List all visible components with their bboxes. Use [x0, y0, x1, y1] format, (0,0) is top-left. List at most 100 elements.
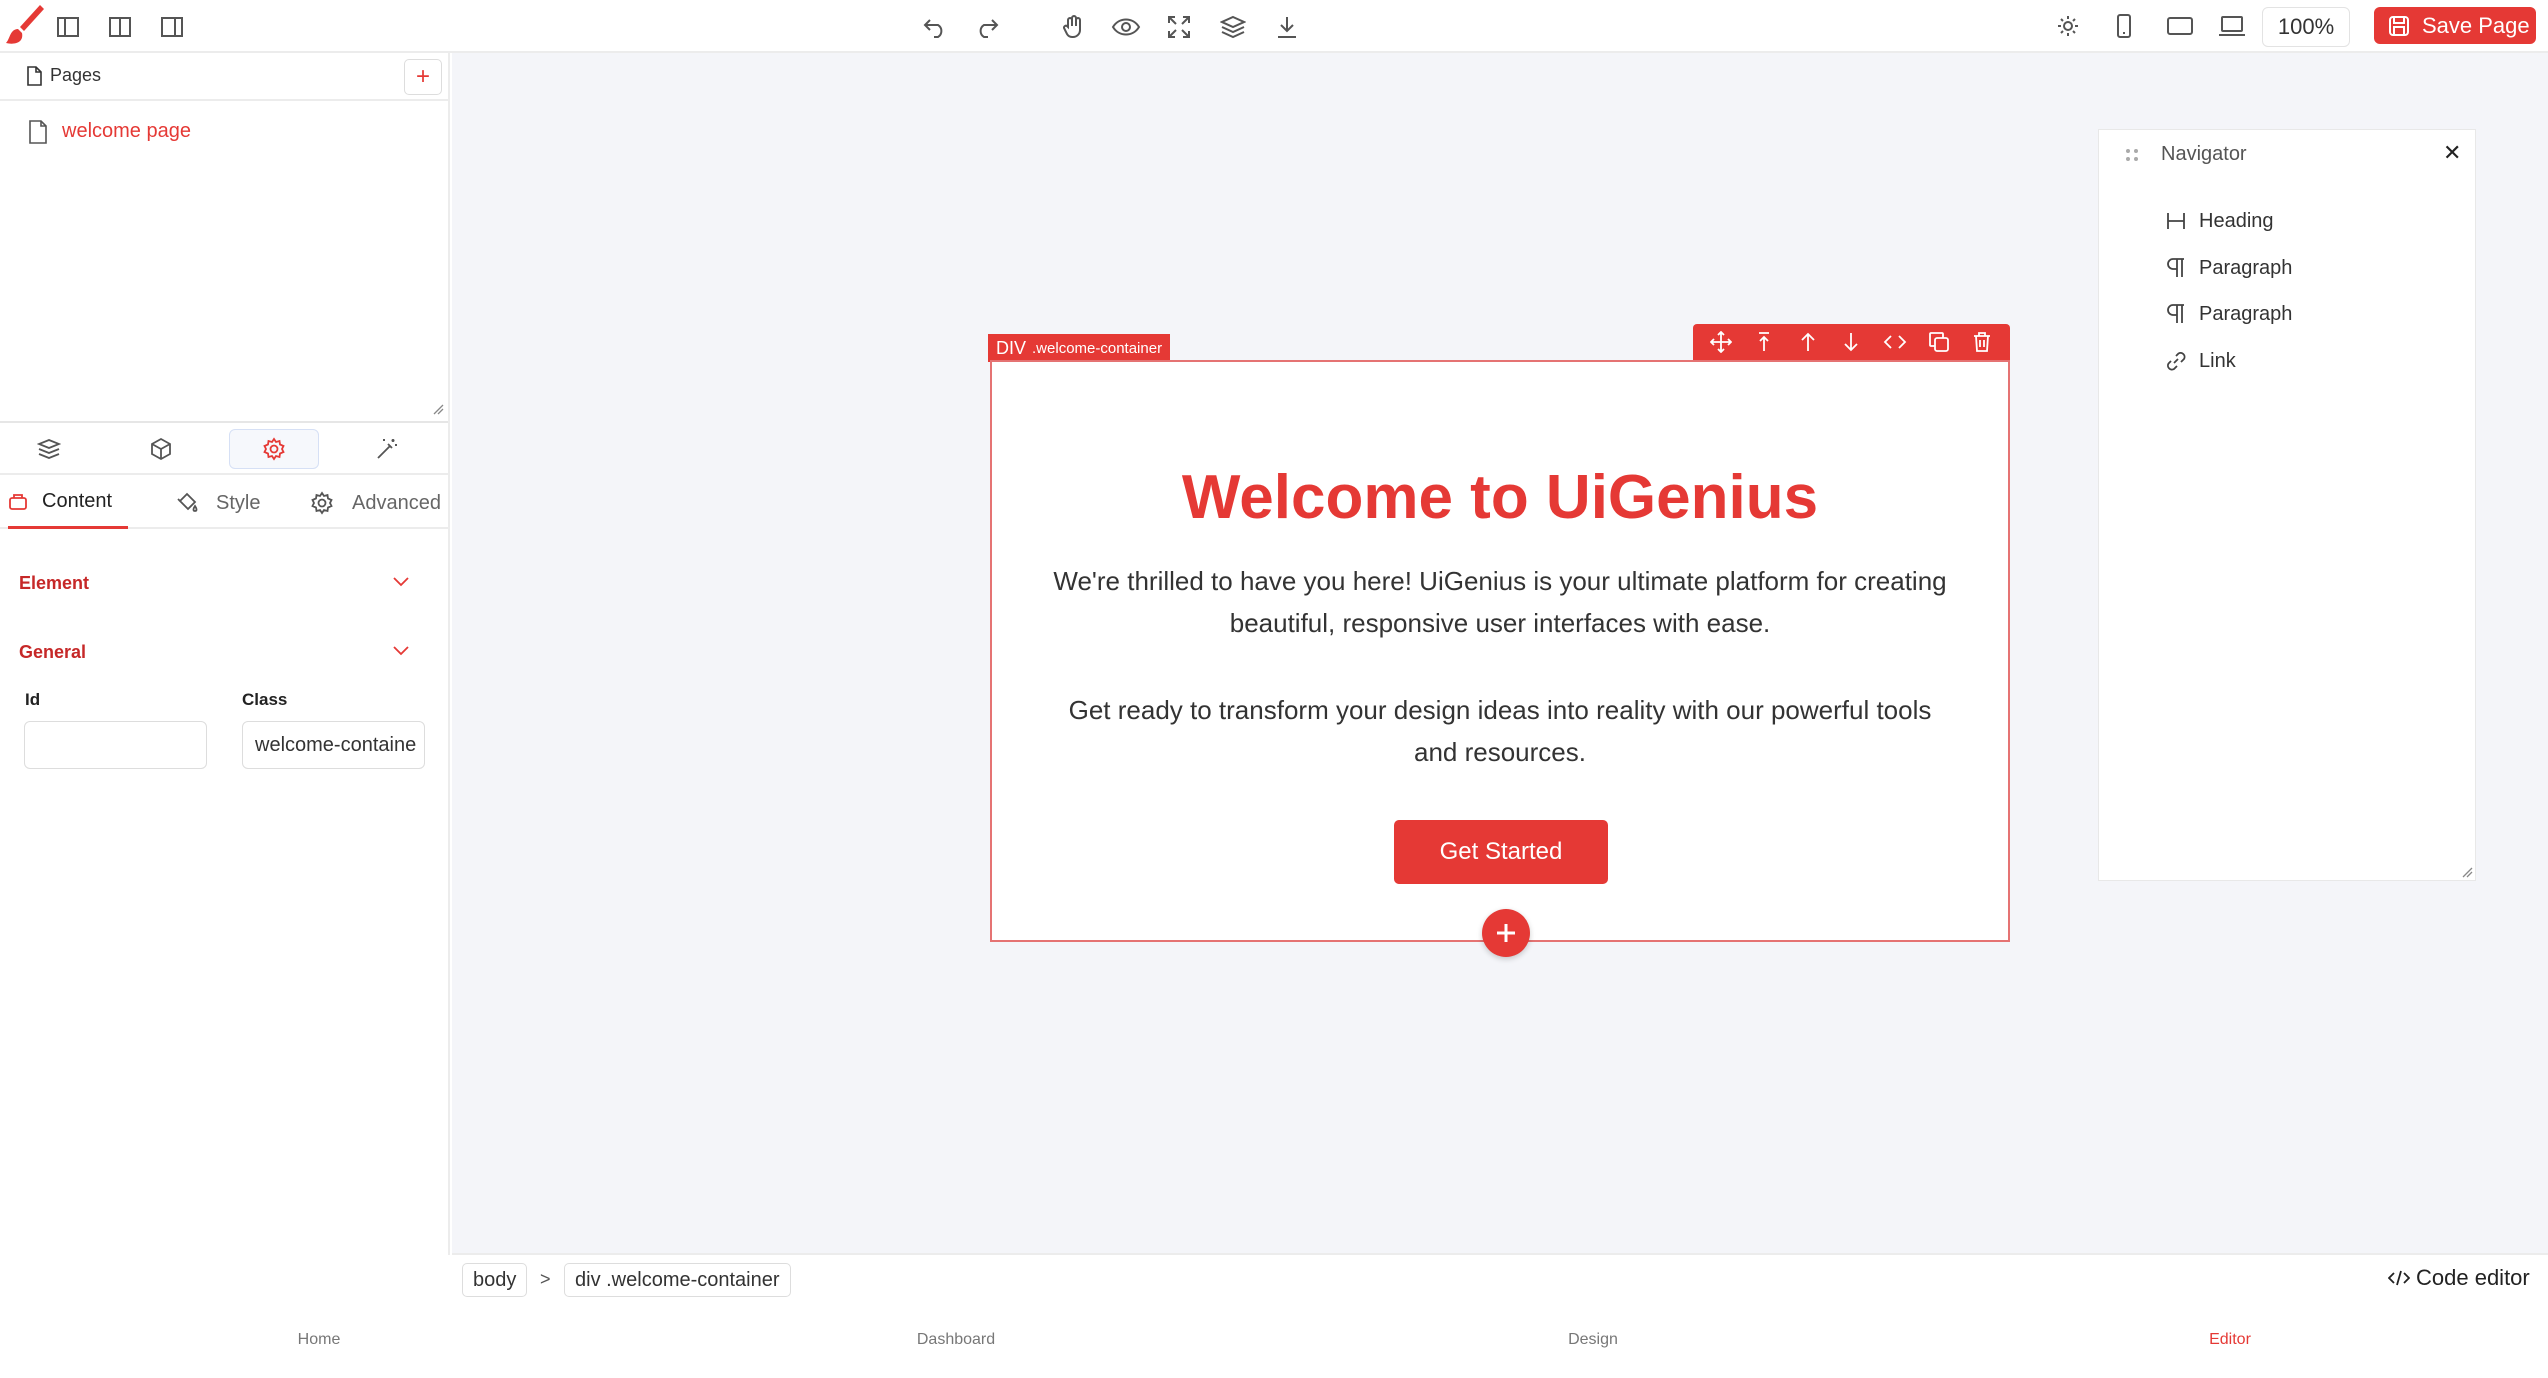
section-element-title: Element — [19, 573, 90, 593]
navigator-item-label: Paragraph — [2199, 302, 2293, 325]
magic-wand-tab-icon[interactable] — [342, 429, 432, 469]
top-toolbar: 100% Save Page — [0, 0, 2548, 53]
navigator-item-heading[interactable]: Heading — [2165, 201, 2274, 241]
element-tag-name: DIV — [996, 337, 1027, 358]
nav-home[interactable]: Home — [298, 1331, 341, 1349]
layers-tab-icon[interactable] — [4, 429, 94, 469]
left-sidebar: Pages + welcome page Content Style Advan… — [0, 53, 450, 1255]
move-up-icon[interactable] — [1790, 331, 1826, 353]
cube-tab-icon[interactable] — [116, 429, 206, 469]
welcome-paragraph-2[interactable]: Get ready to transform your design ideas… — [1052, 689, 1948, 773]
id-field[interactable] — [24, 721, 207, 769]
tab-content-label: Content — [42, 490, 113, 512]
navigator-panel: Navigator ✕ Heading Paragraph Paragraph … — [2098, 129, 2476, 881]
download-icon[interactable] — [1270, 10, 1304, 44]
settings-tab-icon[interactable] — [229, 429, 319, 469]
class-label: Class — [242, 690, 288, 709]
panel-mode-tabs — [0, 423, 448, 475]
heading-icon — [2167, 213, 2185, 229]
breadcrumb-separator: > — [540, 1269, 551, 1289]
redo-icon[interactable] — [970, 10, 1004, 44]
save-page-label: Save Page — [2422, 12, 2530, 38]
navigator-item-paragraph[interactable]: Paragraph — [2165, 248, 2292, 288]
file-icon — [29, 120, 47, 144]
duplicate-icon[interactable] — [1921, 331, 1957, 353]
welcome-paragraph-1[interactable]: We're thrilled to have you here! UiGeniu… — [1052, 560, 1948, 644]
code-editor-button[interactable]: Code editor — [2388, 1265, 2530, 1291]
zoom-level[interactable]: 100% — [2262, 7, 2350, 47]
nav-editor[interactable]: Editor — [2209, 1331, 2251, 1349]
tab-style-label: Style — [216, 491, 261, 514]
code-editor-label: Code editor — [2416, 1265, 2530, 1290]
tab-advanced[interactable]: Advanced — [310, 477, 441, 529]
section-general[interactable]: General — [0, 632, 448, 672]
layers-icon[interactable] — [1216, 10, 1250, 44]
box-icon — [9, 493, 27, 510]
save-icon — [2389, 15, 2409, 36]
pages-title: Pages — [50, 65, 102, 85]
get-started-button[interactable]: Get Started — [1394, 820, 1608, 884]
bottom-nav: Home Dashboard Design Editor — [0, 1303, 2548, 1378]
property-tabs: Content Style Advanced — [0, 477, 448, 529]
laptop-icon[interactable] — [2214, 10, 2250, 42]
page-item-label: welcome page — [62, 120, 191, 142]
pages-header: Pages + — [0, 53, 448, 101]
section-general-title: General — [19, 642, 87, 662]
tab-advanced-label: Advanced — [352, 491, 441, 514]
nav-design[interactable]: Design — [1568, 1331, 1618, 1349]
delete-icon[interactable] — [1964, 331, 2000, 353]
code-icon — [2388, 1270, 2410, 1286]
layout-center-icon[interactable] — [104, 11, 136, 43]
breadcrumb-div[interactable]: div .welcome-container — [564, 1263, 791, 1297]
hand-icon[interactable] — [1056, 10, 1090, 44]
eye-icon[interactable] — [1108, 10, 1144, 44]
save-page-button[interactable]: Save Page — [2374, 7, 2536, 44]
code-icon[interactable] — [1877, 333, 1913, 351]
welcome-heading[interactable]: Welcome to UiGenius — [992, 462, 2008, 533]
paragraph-icon — [2167, 304, 2184, 323]
gear-icon — [311, 491, 333, 515]
fullscreen-icon[interactable] — [1162, 10, 1196, 44]
drag-handle-icon[interactable] — [2125, 148, 2139, 162]
move-icon[interactable] — [1703, 331, 1739, 353]
layout-left-icon[interactable] — [52, 11, 84, 43]
undo-icon[interactable] — [918, 10, 952, 44]
breadcrumb-bar: body > div .welcome-container Code edito… — [452, 1253, 2548, 1303]
navigator-item-paragraph[interactable]: Paragraph — [2165, 294, 2292, 334]
class-field[interactable]: welcome-containe — [242, 721, 425, 769]
chevron-down-icon — [393, 646, 409, 656]
tab-content[interactable]: Content — [8, 477, 128, 529]
paint-bucket-icon — [177, 492, 198, 512]
navigator-title: Navigator — [2161, 143, 2247, 165]
resize-grip-icon[interactable] — [432, 403, 444, 415]
add-page-button[interactable]: + — [404, 59, 442, 95]
nav-dashboard[interactable]: Dashboard — [917, 1331, 995, 1349]
move-down-icon[interactable] — [1833, 331, 1869, 353]
breadcrumb-body[interactable]: body — [462, 1263, 528, 1297]
navigator-item-label: Paragraph — [2199, 256, 2293, 279]
id-label: Id — [25, 690, 41, 709]
chevron-down-icon — [393, 577, 409, 587]
resize-grip-icon[interactable] — [2461, 866, 2473, 878]
sun-icon[interactable] — [2052, 10, 2084, 42]
section-element[interactable]: Element — [0, 563, 448, 603]
file-icon — [27, 66, 42, 86]
welcome-container[interactable]: Welcome to UiGenius We're thrilled to ha… — [990, 360, 2010, 942]
tablet-icon[interactable] — [2162, 10, 2198, 42]
link-icon — [2167, 352, 2186, 371]
add-element-icon[interactable] — [1482, 909, 1530, 957]
close-icon[interactable]: ✕ — [2443, 140, 2461, 166]
navigator-item-label: Link — [2199, 349, 2236, 372]
select-parent-icon[interactable] — [1746, 331, 1782, 353]
page-item-welcome[interactable]: welcome page — [0, 111, 448, 153]
element-tag-class: .welcome-container — [1032, 339, 1163, 357]
navigator-item-label: Heading — [2199, 209, 2274, 232]
navigator-item-link[interactable]: Link — [2165, 341, 2236, 381]
paragraph-icon — [2167, 258, 2184, 277]
layout-right-icon[interactable] — [156, 11, 188, 43]
mobile-icon[interactable] — [2108, 10, 2140, 42]
element-tag-label: DIV .welcome-container — [988, 334, 1171, 362]
brush-logo-icon — [4, 3, 44, 52]
element-toolbar — [1693, 324, 2010, 360]
tab-style[interactable]: Style — [176, 477, 260, 529]
